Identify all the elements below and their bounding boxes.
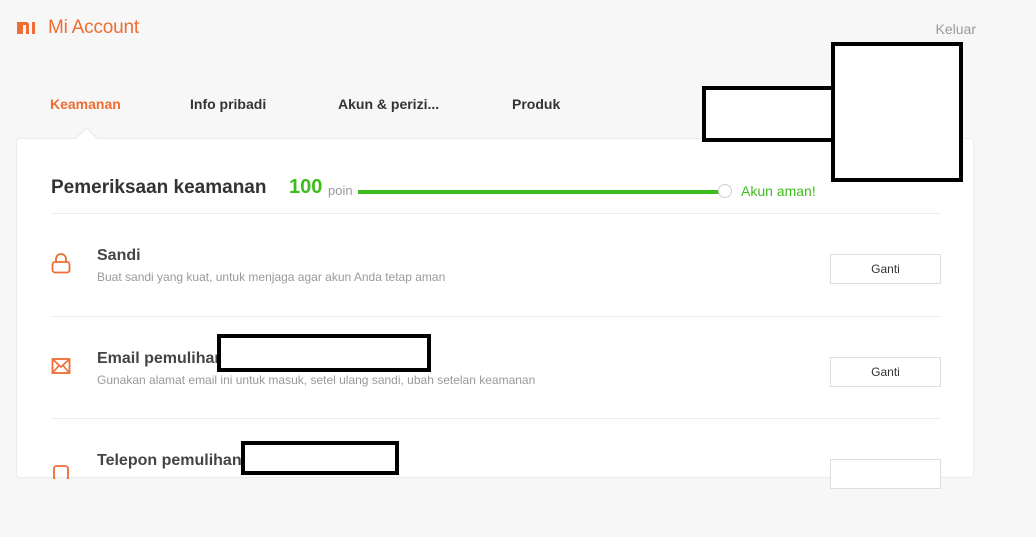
tab-keamanan[interactable]: Keamanan: [50, 96, 121, 112]
redaction-box: [702, 86, 842, 142]
divider: [51, 213, 941, 214]
tab-info-pribadi[interactable]: Info pribadi: [190, 96, 266, 112]
security-status-label: Akun aman!: [741, 183, 816, 199]
phone-icon: [53, 465, 69, 479]
lock-icon: [51, 253, 71, 274]
item-title: Telepon pemulihan: [97, 452, 242, 469]
item-title: Sandi: [97, 247, 141, 264]
change-phone-button[interactable]: [830, 459, 941, 489]
progress-end-knob: [718, 184, 732, 198]
change-email-button[interactable]: Ganti: [830, 357, 941, 387]
list-item-recovery-email: Email pemulihan Gunakan alamat email ini…: [51, 345, 941, 435]
divider: [51, 418, 941, 419]
brand-logo[interactable]: Mi Account: [16, 17, 139, 39]
mi-logo-icon: [17, 22, 35, 34]
security-score: 100: [289, 176, 323, 198]
list-item-recovery-phone: Telepon pemulihan: [51, 447, 941, 537]
security-score-unit: poin: [328, 183, 353, 198]
divider: [51, 316, 941, 317]
redaction-box: [217, 334, 431, 372]
security-progress-bar: [358, 190, 720, 194]
envelope-icon: [51, 358, 71, 374]
tab-produk[interactable]: Produk: [512, 96, 560, 112]
security-check-title: Pemeriksaan keamanan: [51, 177, 267, 198]
item-title: Email pemulihan: [97, 350, 225, 367]
logout-link[interactable]: Keluar: [936, 21, 976, 37]
app-title: Mi Account: [48, 17, 139, 38]
redaction-box: [241, 441, 399, 475]
change-password-button[interactable]: Ganti: [830, 254, 941, 284]
redaction-box: [831, 42, 963, 182]
item-description: Gunakan alamat email ini untuk masuk, se…: [97, 373, 536, 387]
tab-akun-perizinan[interactable]: Akun & perizi...: [338, 96, 439, 112]
security-progress-fill: [358, 190, 720, 194]
list-item-password: Sandi Buat sandi yang kuat, untuk menjag…: [51, 242, 941, 332]
item-description: Buat sandi yang kuat, untuk menjaga agar…: [97, 270, 446, 284]
